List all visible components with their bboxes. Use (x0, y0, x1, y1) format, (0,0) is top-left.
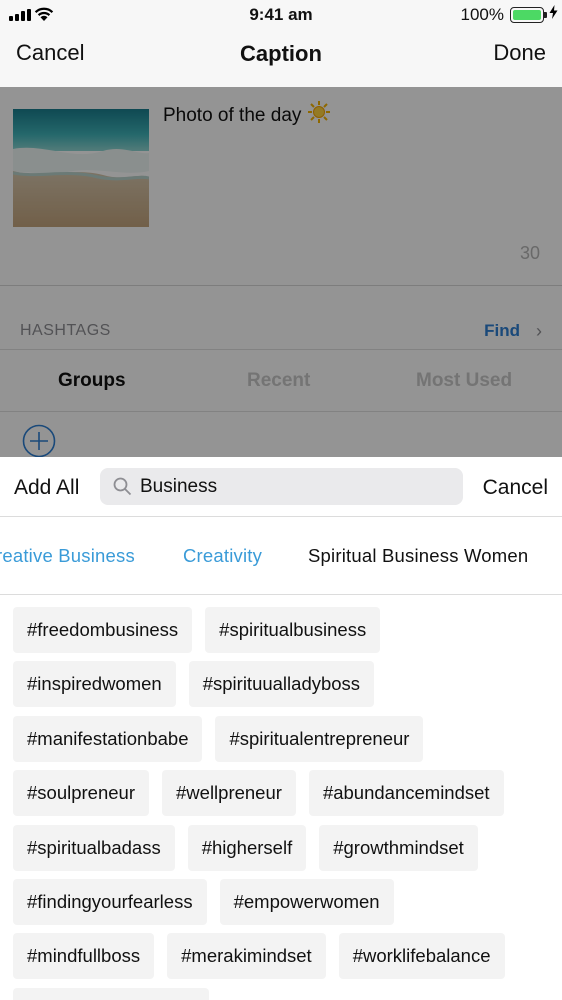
hashtag-search-sheet: Add All Cancel reative Business Creativi… (0, 457, 562, 1000)
hashtag-chip[interactable]: #manifestationbabe (13, 715, 203, 762)
add-all-button[interactable]: Add All (14, 476, 79, 500)
hashtag-row: #spiritualbadass #higherself #growthmind… (13, 824, 553, 871)
search-icon (113, 477, 132, 496)
hashtag-chip-partial[interactable] (13, 987, 209, 1000)
hashtag-chip[interactable]: #higherself (187, 824, 307, 871)
search-input[interactable] (140, 474, 450, 499)
divider (0, 594, 562, 595)
group-result-item-selected[interactable]: Spiritual Business Women (308, 545, 528, 567)
navigation-bar: Cancel Caption Done (0, 30, 562, 87)
hashtag-chip[interactable]: #empowerwomen (219, 878, 394, 925)
hashtag-row: #mindfullboss #merakimindset #worklifeba… (13, 933, 553, 980)
hashtag-chip[interactable]: #findingyourfearless (13, 878, 207, 925)
hashtag-row: #freedombusiness #spiritualbusiness (13, 607, 553, 653)
page-title: Caption (240, 41, 322, 66)
hashtag-chip[interactable]: #spiritualbadass (13, 824, 175, 871)
group-result-item[interactable]: reative Business (0, 545, 135, 567)
status-bar: 9:41 am 100% (0, 0, 562, 30)
hashtag-row: #findingyourfearless #empowerwomen (13, 878, 553, 925)
group-results-strip[interactable]: reative Business Creativity Spiritual Bu… (0, 517, 562, 594)
hashtag-chip[interactable]: #spiritualentrepreneur (215, 715, 424, 762)
battery-icon (510, 7, 544, 23)
charging-bolt-icon (549, 5, 558, 19)
hashtag-chip[interactable]: #soulpreneur (13, 770, 149, 817)
hashtag-chip[interactable]: #worklifebalance (338, 933, 505, 980)
search-field[interactable] (100, 468, 463, 505)
hashtag-row: #manifestationbabe #spiritualentrepreneu… (13, 715, 553, 762)
hashtag-chip[interactable]: #freedombusiness (13, 607, 193, 653)
battery-percent: 100% (460, 5, 504, 24)
hashtag-row: #inspiredwomen #spirituualladyboss (13, 661, 553, 708)
dim-overlay[interactable] (0, 87, 562, 457)
hashtag-chip[interactable]: #spiritualbusiness (205, 607, 381, 653)
group-result-item[interactable]: Creativity (183, 545, 262, 567)
hashtag-list: #freedombusiness #spiritualbusiness #ins… (13, 607, 553, 1000)
hashtag-chip[interactable]: #abundancemindset (308, 770, 504, 817)
hashtag-chip[interactable]: #mindfullboss (13, 933, 155, 980)
hashtag-chip[interactable]: #merakimindset (167, 933, 326, 980)
hashtag-chip[interactable]: #growthmindset (319, 824, 478, 871)
hashtag-chip[interactable]: #wellpreneur (162, 770, 296, 817)
nav-done-button[interactable]: Done (493, 40, 546, 66)
hashtag-row (13, 987, 553, 1000)
hashtag-chip[interactable]: #inspiredwomen (13, 661, 176, 708)
hashtag-chip[interactable]: #spirituualladyboss (188, 661, 375, 708)
search-cancel-button[interactable]: Cancel (483, 476, 548, 500)
hashtag-row: #soulpreneur #wellpreneur #abundancemind… (13, 770, 553, 817)
